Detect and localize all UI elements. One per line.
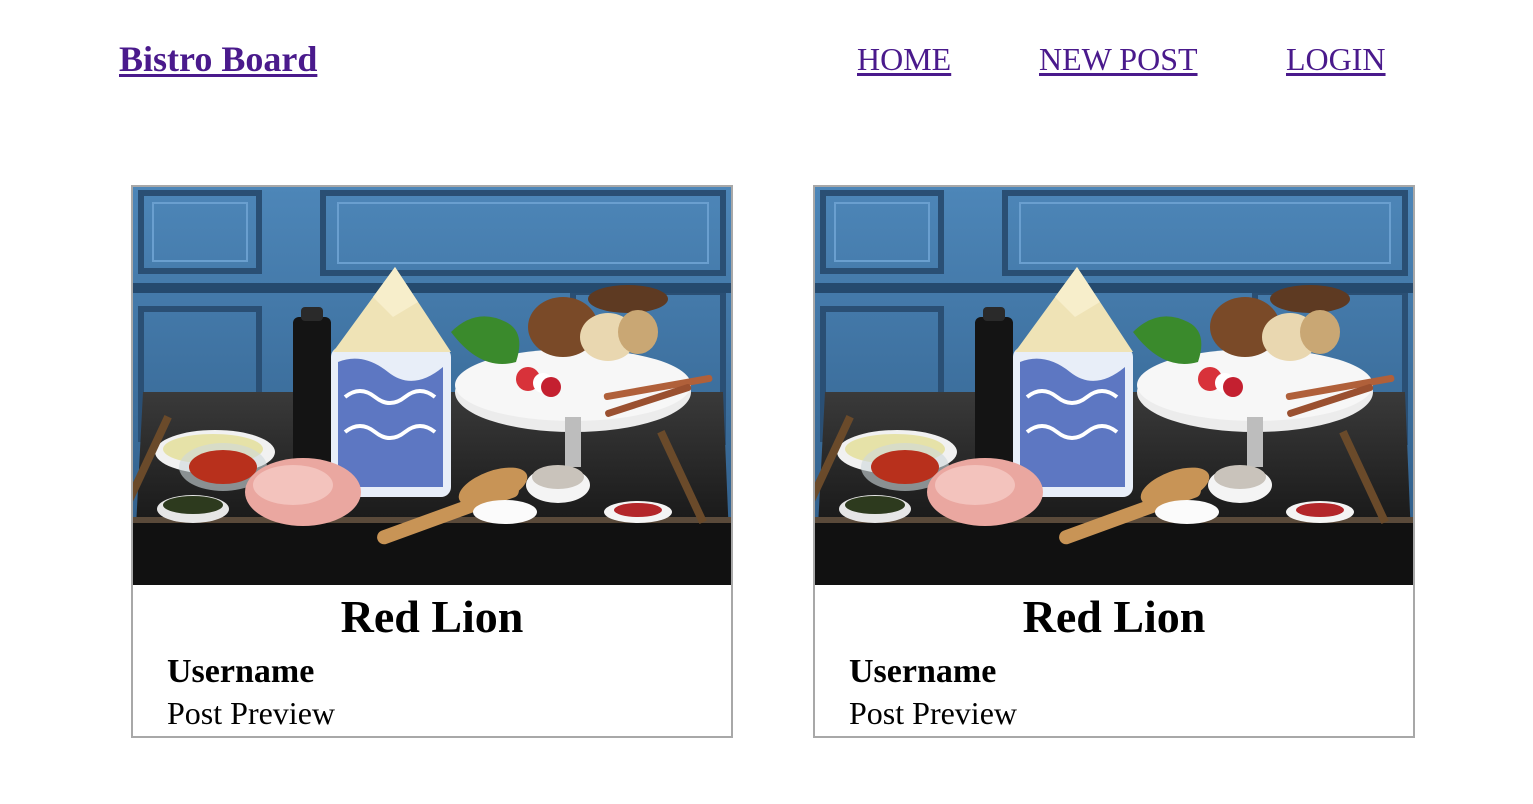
nav-new-post-link[interactable]: NEW POST xyxy=(1039,41,1198,78)
brand-link[interactable]: Bistro Board xyxy=(119,38,317,80)
post-username: Username xyxy=(849,653,997,690)
post-username: Username xyxy=(167,653,315,690)
post-preview: Post Preview xyxy=(849,695,1017,731)
post-image xyxy=(815,187,1413,585)
navbar: Bistro Board HOME NEW POST LOGIN xyxy=(0,0,1533,120)
post-preview: Post Preview xyxy=(167,695,335,731)
post-title: Red Lion xyxy=(1022,591,1206,642)
post-title: Red Lion xyxy=(340,591,524,642)
post-image xyxy=(133,187,731,585)
nav-login-link[interactable]: LOGIN xyxy=(1286,41,1386,78)
nav-home-link[interactable]: HOME xyxy=(857,41,951,78)
post-card[interactable]: Red Lion Username Post Preview xyxy=(131,185,733,738)
post-card[interactable]: Red Lion Username Post Preview xyxy=(813,185,1415,738)
